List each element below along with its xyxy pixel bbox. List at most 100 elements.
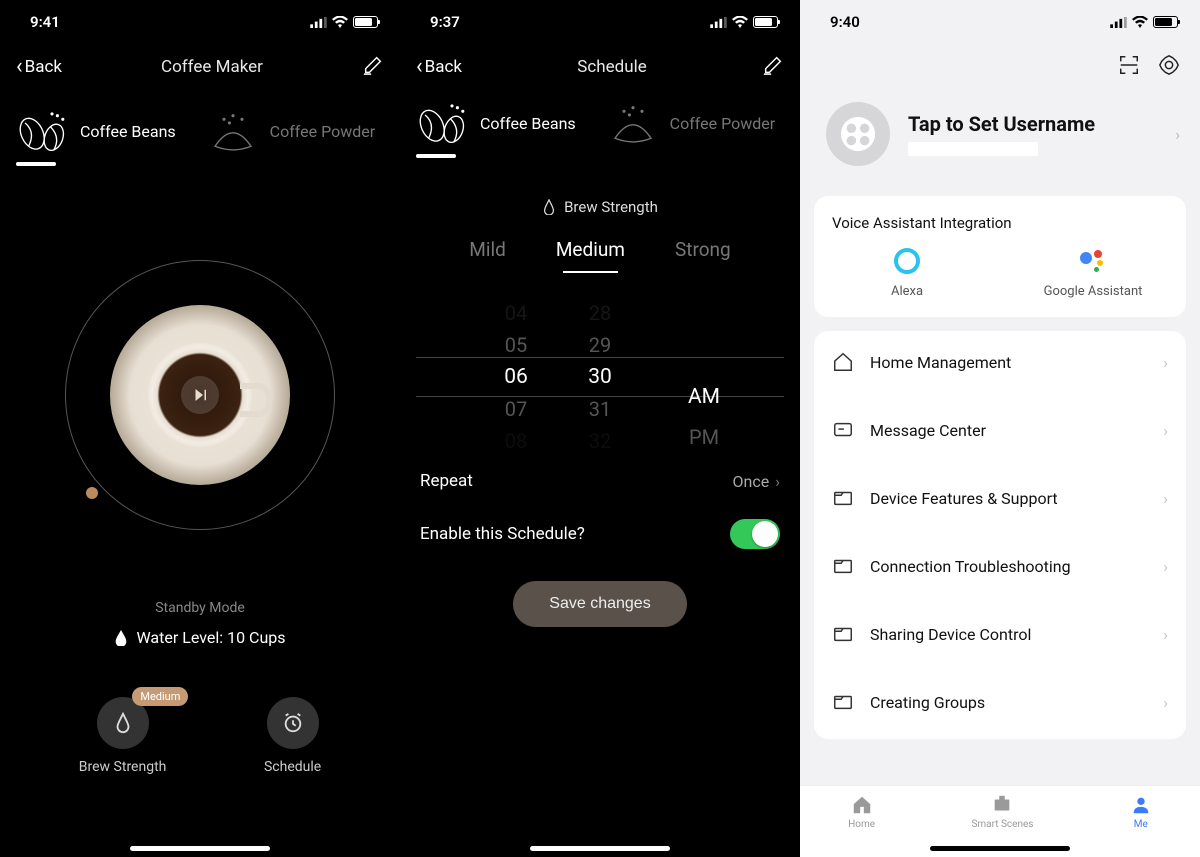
tab-coffee-powder[interactable]: Coffee Powder (606, 102, 775, 158)
time-picker[interactable]: 04 05 06 07 08 28 29 30 31 32 AM PM (416, 297, 784, 457)
chevron-left-icon: ‹ (16, 56, 23, 78)
chevron-right-icon: › (1163, 489, 1168, 508)
status-time: 9:37 (430, 13, 460, 31)
tab-home[interactable]: Home (848, 794, 875, 830)
picker-minutes[interactable]: 28 29 30 31 32 (560, 297, 640, 457)
settings-list: Home Management › Message Center › Devic… (814, 331, 1186, 739)
edit-button[interactable] (362, 54, 384, 80)
list-item-message-center[interactable]: Message Center › (814, 399, 1186, 461)
strength-strong[interactable]: Strong (675, 238, 731, 273)
section-title: Brew Strength (564, 198, 658, 216)
list-item-creating-groups[interactable]: Creating Groups › (814, 671, 1186, 733)
home-indicator[interactable] (930, 846, 1070, 851)
strength-badge: Medium (132, 687, 188, 706)
home-indicator[interactable] (130, 846, 270, 851)
picker-hours[interactable]: 04 05 06 07 08 (476, 297, 556, 457)
enable-toggle[interactable] (730, 519, 780, 549)
chevron-right-icon: › (1163, 421, 1168, 440)
water-drop-icon (112, 712, 134, 734)
tab-coffee-beans[interactable]: Coffee Beans (416, 102, 576, 158)
coffee-beans-icon (16, 110, 70, 152)
list-item-device-support[interactable]: Device Features & Support › (814, 467, 1186, 529)
edit-button[interactable] (762, 54, 784, 80)
page-title: Coffee Maker (161, 57, 263, 77)
item-label: Connection Troubleshooting (870, 557, 1071, 576)
repeat-value: Once (732, 472, 769, 491)
tab-coffee-beans[interactable]: Coffee Beans (16, 110, 176, 166)
google-assistant-button[interactable]: Google Assistant (1000, 248, 1186, 299)
settings-button[interactable] (1158, 54, 1180, 80)
status-bar: 9:37 (400, 0, 800, 44)
message-icon (832, 419, 854, 441)
tab-label: Home (848, 819, 875, 830)
tab-label: Smart Scenes (971, 819, 1033, 830)
person-icon (1130, 794, 1152, 816)
item-label: Creating Groups (870, 693, 985, 712)
back-button[interactable]: ‹ Back (416, 56, 462, 78)
schedule-button[interactable]: Schedule (264, 697, 321, 775)
water-drop-icon (542, 199, 556, 215)
back-button[interactable]: ‹ Back (16, 56, 62, 78)
home-indicator[interactable] (530, 846, 670, 851)
profile-row[interactable]: Tap to Set Username › (800, 80, 1200, 196)
alexa-button[interactable]: Alexa (814, 248, 1000, 299)
status-label: Standby Mode (0, 600, 400, 616)
folder-icon (832, 623, 854, 645)
wifi-icon (332, 16, 348, 28)
status-bar: 9:41 (0, 0, 400, 44)
cellular-icon (1110, 17, 1127, 28)
voice-assistant-card: Voice Assistant Integration Alexa Google… (814, 196, 1186, 317)
folder-icon (832, 691, 854, 713)
list-item-home-management[interactable]: Home Management › (814, 331, 1186, 393)
dial-handle[interactable] (86, 487, 98, 499)
brew-strength-button[interactable]: Medium Brew Strength (79, 697, 167, 775)
status-time: 9:41 (30, 13, 60, 31)
action-label: Brew Strength (79, 759, 167, 775)
alexa-label: Alexa (891, 284, 923, 299)
brew-strength-section: Brew Strength (400, 198, 800, 216)
coffee-powder-icon (606, 102, 660, 144)
gear-icon (1158, 54, 1180, 76)
tab-label: Coffee Powder (670, 114, 775, 133)
scenes-icon (991, 794, 1013, 816)
back-label: Back (25, 57, 62, 77)
list-item-connection-troubleshooting[interactable]: Connection Troubleshooting › (814, 535, 1186, 597)
tab-me[interactable]: Me (1130, 794, 1152, 830)
back-label: Back (425, 57, 462, 77)
strength-medium[interactable]: Medium (556, 238, 625, 273)
chevron-right-icon: › (1175, 125, 1180, 144)
alexa-icon (894, 248, 920, 274)
water-level-text: Water Level: 10 Cups (136, 628, 285, 647)
status-bar: 9:40 (800, 0, 1200, 44)
save-button[interactable]: Save changes (513, 581, 686, 627)
tab-label: Coffee Beans (80, 122, 176, 141)
status-time: 9:40 (830, 13, 860, 31)
play-button[interactable] (181, 376, 219, 414)
chevron-right-icon: › (1163, 557, 1168, 576)
scan-button[interactable] (1118, 54, 1140, 80)
strength-mild[interactable]: Mild (469, 238, 506, 273)
brew-dial[interactable] (65, 260, 335, 530)
nav-bar: ‹ Back Schedule (400, 44, 800, 90)
folder-icon (832, 487, 854, 509)
picker-ampm[interactable]: AM PM (664, 297, 744, 457)
chevron-right-icon: › (775, 472, 780, 491)
cellular-icon (710, 17, 727, 28)
water-level: Water Level: 10 Cups (0, 628, 400, 647)
home-icon (851, 794, 873, 816)
ga-label: Google Assistant (1044, 284, 1143, 299)
action-label: Schedule (264, 759, 321, 775)
tab-smart-scenes[interactable]: Smart Scenes (971, 794, 1033, 830)
battery-icon (1153, 16, 1178, 28)
alarm-clock-icon (282, 712, 304, 734)
chevron-right-icon: › (1163, 693, 1168, 712)
tab-coffee-powder[interactable]: Coffee Powder (206, 110, 375, 166)
item-label: Sharing Device Control (870, 625, 1031, 644)
item-label: Message Center (870, 421, 986, 440)
repeat-row[interactable]: Repeat Once › (400, 457, 800, 505)
repeat-label: Repeat (420, 471, 473, 491)
coffee-powder-icon (206, 110, 260, 152)
list-item-sharing-device-control[interactable]: Sharing Device Control › (814, 603, 1186, 665)
cellular-icon (310, 17, 327, 28)
item-label: Device Features & Support (870, 489, 1058, 508)
